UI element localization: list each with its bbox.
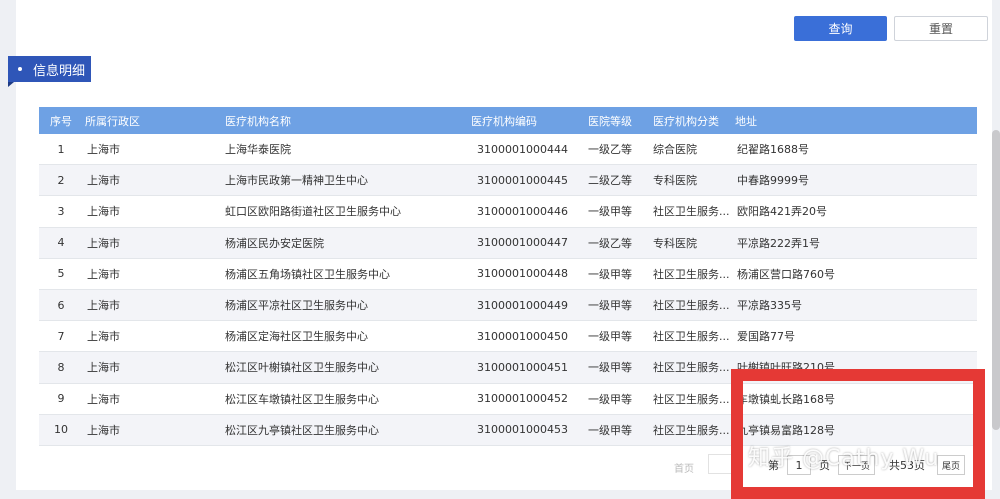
table-row[interactable]: 4 上海市 杨浦区民办安定医院 3100001000447 一级乙等 专科医院 平凉路222… xyxy=(39,227,977,259)
table-header: 序号 所属行政区 医疗机构名称 医疗机构编码 医院等级 医疗机构分类 地址 xyxy=(39,107,977,134)
row-institution-category: 专科医院 xyxy=(653,236,697,250)
row-institution-category: 综合医院 xyxy=(653,143,697,157)
header-institution-category: 医疗机构分类 xyxy=(653,114,719,128)
row-institution-code: 3100001000446 xyxy=(477,204,568,218)
row-institution-code: 3100001000450 xyxy=(477,329,568,343)
row-institution-name: 杨浦区定海社区卫生服务中心 xyxy=(225,330,368,344)
row-institution-category: 社区卫生服务... xyxy=(653,361,730,375)
highlight-frame xyxy=(731,369,985,499)
row-institution-code: 3100001000448 xyxy=(477,267,568,281)
row-institution-code: 3100001000444 xyxy=(477,142,568,156)
row-index: 6 xyxy=(57,298,65,312)
row-institution-name: 杨浦区平凉社区卫生服务中心 xyxy=(225,299,368,313)
row-hospital-level: 二级乙等 xyxy=(588,174,632,188)
watermark: 知乎 @Cathy Wu xyxy=(748,446,940,471)
header-district: 所属行政区 xyxy=(85,114,140,128)
row-hospital-level: 一级甲等 xyxy=(588,299,632,313)
query-button[interactable]: 查询 xyxy=(794,16,887,41)
row-institution-name: 虹口区欧阳路街道社区卫生服务中心 xyxy=(225,205,401,219)
row-institution-category: 专科医院 xyxy=(653,174,697,188)
row-district: 上海市 xyxy=(87,423,120,437)
first-page-link[interactable]: 首页 xyxy=(674,460,694,475)
table-row[interactable]: 3 上海市 虹口区欧阳路街道社区卫生服务中心 3100001000446 一级甲等 社区卫… xyxy=(39,196,977,228)
row-address: 爱国路77号 xyxy=(737,330,795,344)
row-index: 10 xyxy=(54,423,68,437)
row-index: 9 xyxy=(57,392,65,406)
header-address: 地址 xyxy=(735,114,757,128)
row-hospital-level: 一级乙等 xyxy=(588,236,632,250)
row-hospital-level: 一级甲等 xyxy=(588,267,632,281)
row-index: 1 xyxy=(57,142,65,156)
section-title-tag: 信息明细 xyxy=(8,56,91,87)
row-index: 3 xyxy=(57,204,65,218)
row-institution-category: 社区卫生服务... xyxy=(653,205,730,219)
row-hospital-level: 一级乙等 xyxy=(588,143,632,157)
bullet-dot-icon xyxy=(18,67,22,71)
row-district: 上海市 xyxy=(87,174,120,188)
row-index: 2 xyxy=(57,173,65,187)
row-address: 杨浦区营口路760号 xyxy=(737,267,835,281)
row-institution-name: 上海华泰医院 xyxy=(225,143,291,157)
row-institution-name: 松江区九亭镇社区卫生服务中心 xyxy=(225,423,379,437)
row-district: 上海市 xyxy=(87,330,120,344)
row-index: 8 xyxy=(57,360,65,374)
table-row[interactable]: 6 上海市 杨浦区平凉社区卫生服务中心 3100001000449 一级甲等 社区卫生服务… xyxy=(39,289,977,322)
row-index: 5 xyxy=(57,267,65,281)
row-hospital-level: 一级甲等 xyxy=(588,205,632,219)
row-institution-code: 3100001000452 xyxy=(477,392,568,406)
row-address: 纪翟路1688号 xyxy=(737,143,809,157)
row-address: 欧阳路421弄20号 xyxy=(737,205,827,219)
table-row[interactable]: 5 上海市 杨浦区五角场镇社区卫生服务中心 3100001000448 一级甲等 社区卫生… xyxy=(39,259,977,290)
row-index: 4 xyxy=(57,236,65,250)
row-institution-category: 社区卫生服务... xyxy=(653,423,730,437)
row-district: 上海市 xyxy=(87,205,120,219)
row-hospital-level: 一级甲等 xyxy=(588,361,632,375)
row-address: 中春路9999号 xyxy=(737,174,809,188)
row-institution-name: 上海市民政第一精神卫生中心 xyxy=(225,174,368,188)
row-index: 7 xyxy=(57,329,65,343)
row-institution-category: 社区卫生服务... xyxy=(653,330,730,344)
row-hospital-level: 一级甲等 xyxy=(588,392,632,406)
row-district: 上海市 xyxy=(87,236,120,250)
header-hospital-level: 医院等级 xyxy=(588,114,632,128)
row-district: 上海市 xyxy=(87,299,120,313)
row-district: 上海市 xyxy=(87,267,120,281)
row-hospital-level: 一级甲等 xyxy=(588,423,632,437)
row-institution-name: 杨浦区五角场镇社区卫生服务中心 xyxy=(225,267,390,281)
table-row[interactable]: 7 上海市 杨浦区定海社区卫生服务中心 3100001000450 一级甲等 社区卫生服务… xyxy=(39,321,977,353)
row-institution-code: 3100001000447 xyxy=(477,236,568,250)
row-institution-code: 3100001000445 xyxy=(477,173,568,187)
row-hospital-level: 一级甲等 xyxy=(588,330,632,344)
row-institution-code: 3100001000451 xyxy=(477,360,568,374)
header-index: 序号 xyxy=(50,114,72,128)
row-institution-category: 社区卫生服务... xyxy=(653,267,730,281)
row-district: 上海市 xyxy=(87,392,120,406)
table-row[interactable]: 2 上海市 上海市民政第一精神卫生中心 3100001000445 二级乙等 专科医院 中春… xyxy=(39,165,977,197)
row-institution-category: 社区卫生服务... xyxy=(653,299,730,313)
row-address: 平凉路335号 xyxy=(737,299,802,313)
header-institution-name: 医疗机构名称 xyxy=(225,114,291,128)
last-page-button[interactable]: 尾页 xyxy=(937,455,966,475)
row-institution-code: 3100001000453 xyxy=(477,423,568,437)
row-institution-category: 社区卫生服务... xyxy=(653,392,730,406)
row-district: 上海市 xyxy=(87,361,120,375)
row-institution-name: 松江区车墩镇社区卫生服务中心 xyxy=(225,392,379,406)
section-title: 信息明细 xyxy=(33,63,86,79)
row-address: 平凉路222弄1号 xyxy=(737,236,820,250)
row-district: 上海市 xyxy=(87,143,120,157)
row-institution-name: 松江区叶榭镇社区卫生服务中心 xyxy=(225,361,379,375)
vertical-scrollbar[interactable] xyxy=(992,130,1000,430)
table-row[interactable]: 1 上海市 上海华泰医院 3100001000444 一级乙等 综合医院 纪翟路1688号 xyxy=(39,134,977,166)
row-institution-name: 杨浦区民办安定医院 xyxy=(225,236,324,250)
row-institution-code: 3100001000449 xyxy=(477,298,568,312)
reset-button[interactable]: 重置 xyxy=(894,16,988,41)
header-institution-code: 医疗机构编码 xyxy=(471,114,537,128)
